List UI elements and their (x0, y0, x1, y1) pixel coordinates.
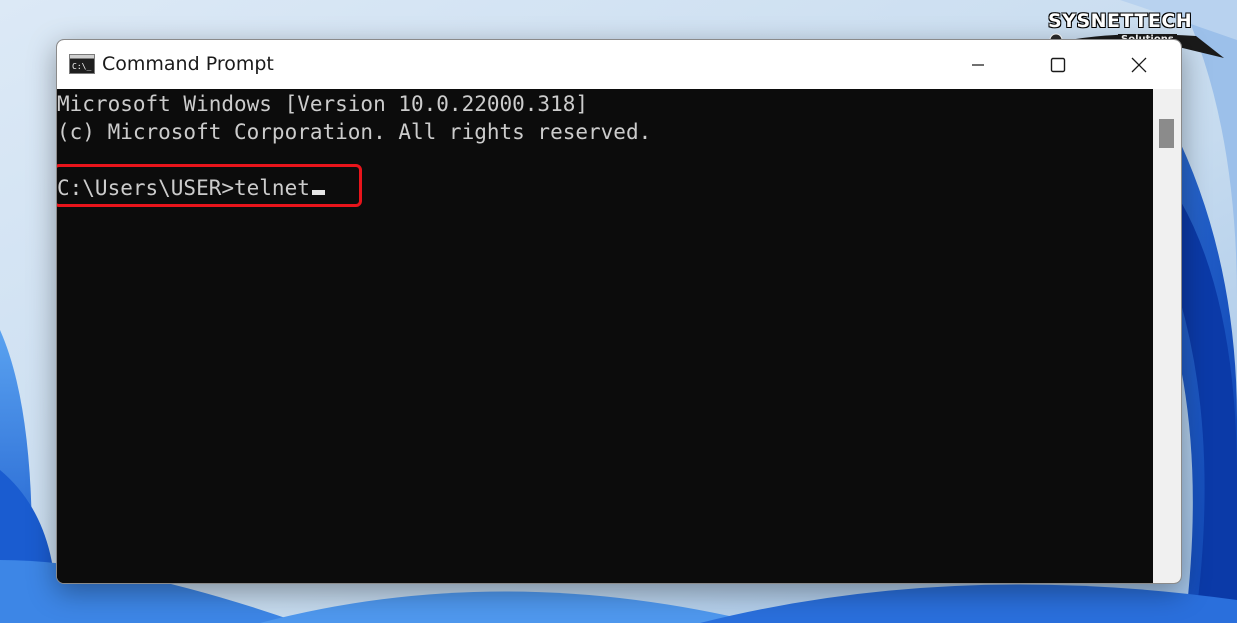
close-button[interactable] (1099, 40, 1179, 89)
close-icon (1131, 57, 1147, 72)
console-line-version: Microsoft Windows [Version 10.0.22000.31… (57, 92, 589, 116)
desktop: SYSNETTECH Solutions C:\_ Command Prompt (0, 0, 1237, 623)
console-output[interactable]: Microsoft Windows [Version 10.0.22000.31… (57, 89, 1153, 583)
watermark-brand: SYSNETTECH (1048, 10, 1193, 32)
window-title: Command Prompt (102, 53, 274, 75)
command-prompt-window: C:\_ Command Prompt Microsoft Windows [V… (56, 39, 1182, 584)
minimize-button[interactable] (938, 40, 1018, 89)
cmd-icon[interactable]: C:\_ (69, 54, 95, 78)
console-line-copyright: (c) Microsoft Corporation. All rights re… (57, 120, 652, 144)
maximize-button[interactable] (1018, 40, 1098, 89)
scroll-thumb[interactable] (1159, 119, 1174, 148)
vertical-scrollbar[interactable] (1153, 89, 1181, 583)
title-bar[interactable]: C:\_ Command Prompt (57, 40, 1181, 89)
svg-text:C:\_: C:\_ (72, 62, 91, 71)
maximize-icon (1050, 57, 1066, 72)
highlight-box (57, 164, 362, 207)
minimize-icon (972, 63, 984, 66)
